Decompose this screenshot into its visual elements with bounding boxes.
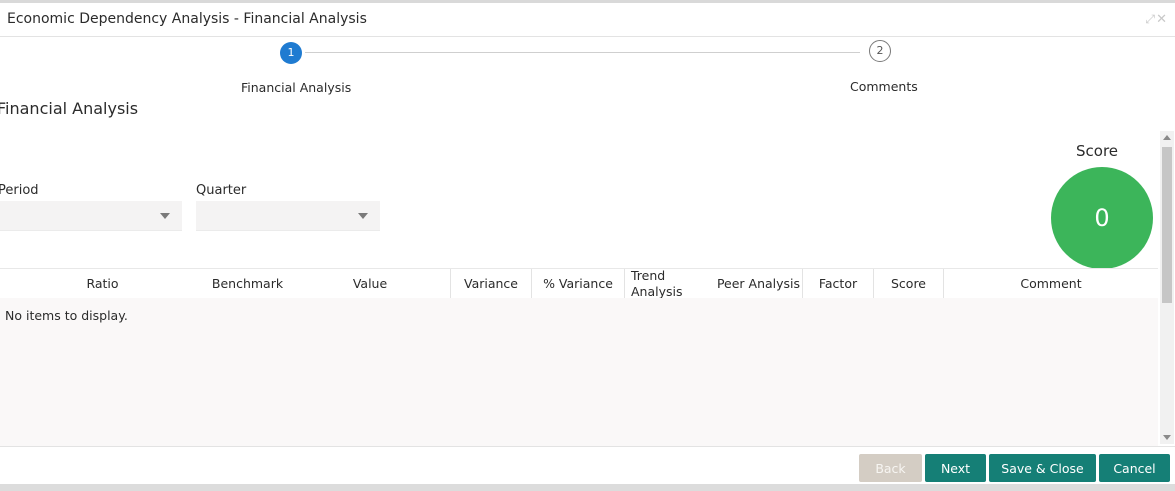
column-header-variance[interactable]: Variance (451, 269, 532, 299)
column-header-trend-analysis[interactable]: Trend Analysis (625, 268, 715, 299)
empty-table-message: No items to display. (5, 308, 128, 323)
table-header: Ratio Benchmark Value Variance % Varianc… (0, 268, 1158, 299)
close-icon[interactable]: ✕ (1156, 12, 1167, 27)
chevron-down-icon (160, 213, 170, 219)
collapse-arrows-icon[interactable]: ⤢ (1145, 12, 1155, 27)
column-header-percent-variance[interactable]: % Variance (532, 269, 625, 299)
table-body: No items to display. (0, 298, 1158, 446)
step-1-label[interactable]: Financial Analysis (241, 80, 351, 95)
quarter-label: Quarter (196, 183, 247, 198)
cancel-button[interactable]: Cancel (1099, 454, 1170, 482)
column-header-comment[interactable]: Comment (944, 269, 1158, 299)
scroll-up-icon[interactable] (1163, 135, 1171, 140)
score-label: Score (1076, 142, 1119, 160)
window-bottom-border (0, 484, 1175, 491)
save-and-close-button[interactable]: Save & Close (989, 454, 1096, 482)
column-header-ratio[interactable]: Ratio (0, 269, 205, 299)
period-select[interactable] (0, 201, 182, 231)
section-title: Financial Analysis (0, 99, 139, 118)
step-2-indicator[interactable]: 2 (869, 40, 891, 62)
column-header-value[interactable]: Value (290, 269, 451, 299)
stepper-connector-line (305, 52, 860, 53)
footer-bar: Back Next Save & Close Cancel (0, 446, 1175, 485)
quarter-select[interactable] (196, 201, 380, 231)
vertical-scrollbar[interactable] (1160, 131, 1174, 444)
scroll-down-icon[interactable] (1163, 435, 1171, 440)
column-header-peer-analysis[interactable]: Peer Analysis (715, 269, 803, 299)
step-1-indicator[interactable]: 1 (280, 42, 302, 64)
score-badge: 0 (1051, 167, 1153, 269)
chevron-down-icon (358, 213, 368, 219)
step-2-label[interactable]: Comments (850, 79, 918, 94)
column-header-factor[interactable]: Factor (803, 269, 874, 299)
column-header-score[interactable]: Score (874, 269, 944, 299)
title-bar: Economic Dependency Analysis - Financial… (0, 3, 1175, 37)
back-button[interactable]: Back (859, 454, 922, 482)
period-label: Period (0, 183, 39, 198)
window-title: Economic Dependency Analysis - Financial… (7, 11, 367, 27)
next-button[interactable]: Next (925, 454, 986, 482)
scrollbar-thumb[interactable] (1162, 147, 1172, 303)
column-header-benchmark[interactable]: Benchmark (205, 269, 290, 299)
